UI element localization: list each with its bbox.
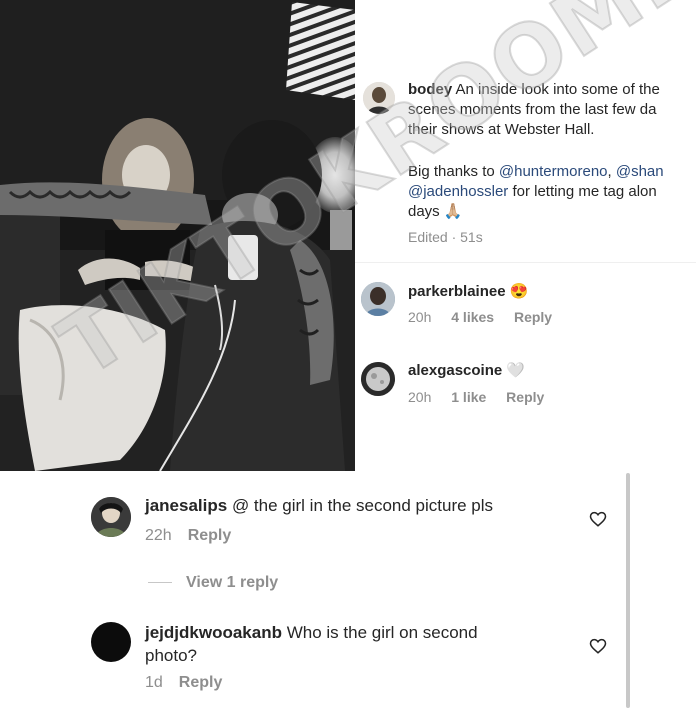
comment-text: @ the girl in the second picture pls	[231, 496, 494, 515]
comment-meta: 1d Reply	[145, 674, 222, 692]
comment-alexgascoine: alexgascoine 🤍	[408, 361, 525, 381]
comment-parkerblainee: parkerblainee 😍	[408, 282, 528, 302]
caption-line-2: scenes moments from the last few da	[408, 101, 657, 118]
comment-meta: 20h 4 likes Reply	[408, 309, 568, 325]
comments-section: janesalips @ the girl in the second pict…	[0, 471, 696, 710]
comment-text-line-2: photo?	[145, 646, 197, 665]
author-username[interactable]: bodey	[408, 81, 452, 98]
comment-likes[interactable]: 4 likes	[451, 309, 494, 325]
reply-button[interactable]: Reply	[506, 389, 544, 405]
janesalips-avatar[interactable]	[91, 497, 131, 537]
comment-likes[interactable]: 1 like	[451, 389, 486, 405]
jejdjdkwooakanb-avatar[interactable]	[91, 622, 131, 662]
avatar-image	[363, 82, 395, 114]
reply-thread-line	[148, 582, 172, 584]
thanks-suffix: for letting me tag alon	[508, 183, 657, 200]
comment-username[interactable]: parkerblainee	[408, 283, 506, 300]
caption-text: An inside look into some of the	[455, 81, 660, 98]
reply-button[interactable]: Reply	[514, 309, 552, 325]
thanks-prefix: Big thanks to	[408, 163, 499, 180]
comment-text: 😍	[509, 283, 529, 300]
pray-emoji-icon: 🙏🏼	[443, 203, 463, 220]
caption-divider	[355, 262, 696, 263]
post-photo[interactable]	[0, 0, 355, 471]
comment-text: Who is the girl on second	[286, 623, 478, 642]
caption-thanks-line-3: days 🙏🏼	[408, 202, 463, 222]
avatar-image	[91, 497, 131, 537]
comment-time: 22h	[145, 527, 172, 544]
mention-jadenhossler[interactable]: @jadenhossler	[408, 183, 508, 200]
comment-janesalips: janesalips @ the girl in the second pict…	[145, 494, 493, 517]
comment-meta: 20h 1 like Reply	[408, 389, 560, 405]
alexgascoine-avatar[interactable]	[361, 362, 395, 396]
heart-outline-icon[interactable]	[589, 510, 607, 528]
mention-shan[interactable]: @shan	[616, 163, 664, 180]
parkerblainee-avatar[interactable]	[361, 282, 395, 316]
author-avatar[interactable]	[363, 82, 395, 114]
reply-button[interactable]: Reply	[188, 527, 232, 544]
comment-time: 20h	[408, 309, 432, 325]
comment-username[interactable]: jejdjdkwooakanb	[145, 623, 282, 642]
white-heart-emoji-icon: 🤍	[506, 362, 526, 379]
mention-huntermoreno[interactable]: @huntermoreno	[499, 163, 608, 180]
photo-illustration	[0, 0, 355, 471]
view-replies-button[interactable]: View 1 reply	[148, 574, 278, 592]
comment-username[interactable]: janesalips	[145, 496, 227, 515]
caption-thanks-line-2: @jadenhossler for letting me tag alon	[408, 182, 657, 202]
post-caption-panel: bodey An inside look into some of the sc…	[355, 0, 696, 471]
comment-meta: 22h Reply	[145, 527, 231, 545]
comment-username[interactable]: alexgascoine	[408, 362, 502, 379]
comment-jejdjdkwooakanb: jejdjdkwooakanb Who is the girl on secon…	[145, 621, 565, 667]
avatar-image	[361, 362, 395, 396]
comment-time: 1d	[145, 674, 163, 691]
view-replies-label: View 1 reply	[186, 574, 279, 591]
heart-outline-icon[interactable]	[589, 637, 607, 655]
mention-separator: ,	[607, 163, 616, 180]
caption-line-3: their shows at Webster Hall.	[408, 121, 595, 138]
avatar-image	[361, 282, 395, 316]
thanks-end: days	[408, 203, 440, 220]
caption-thanks-line: Big thanks to @huntermoreno, @shan	[408, 162, 664, 182]
edited-timestamp: Edited · 51s	[408, 229, 483, 245]
caption-line-1: bodey An inside look into some of the	[408, 80, 660, 100]
scrollbar[interactable]	[626, 473, 630, 708]
reply-button[interactable]: Reply	[179, 674, 223, 691]
comment-time: 20h	[408, 389, 432, 405]
